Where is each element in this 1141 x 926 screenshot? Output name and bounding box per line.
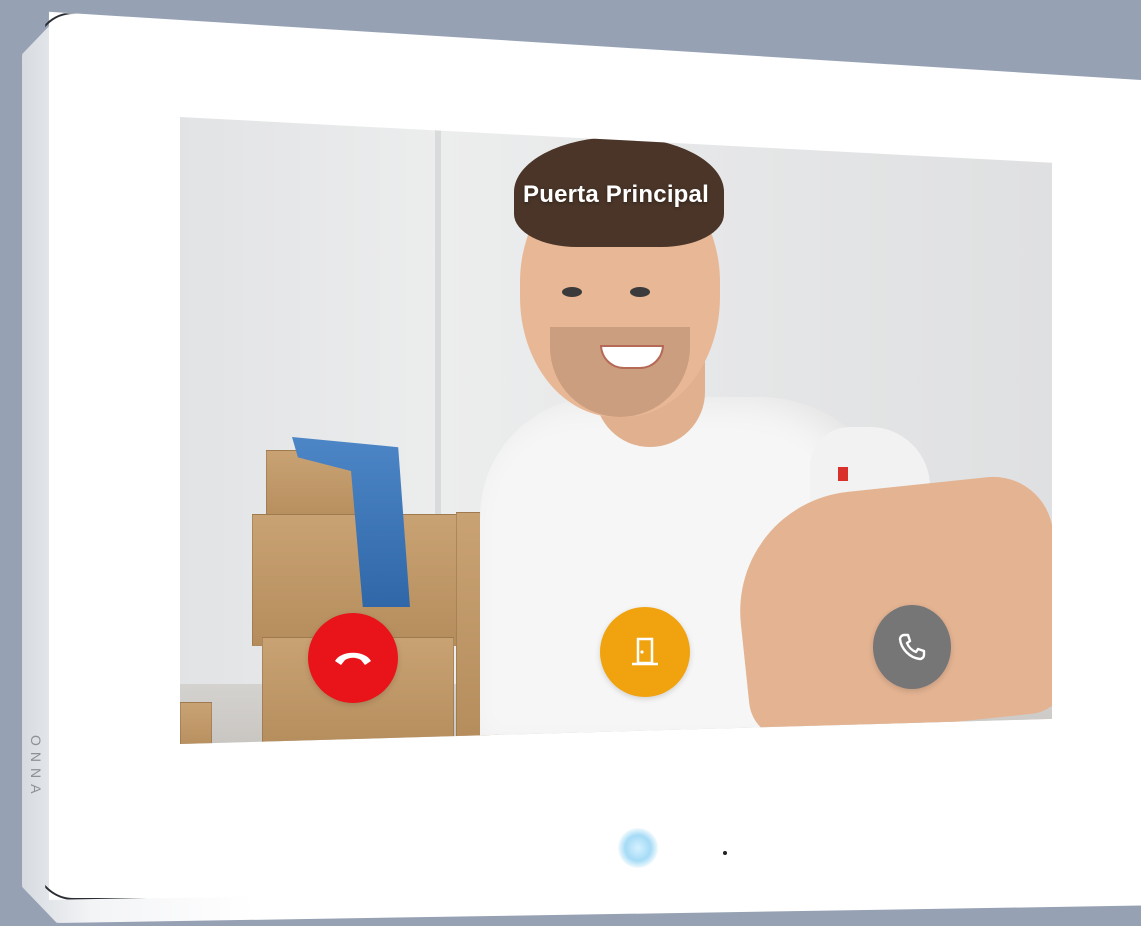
brand-text: ONNA bbox=[28, 735, 44, 800]
shirt-tag bbox=[838, 467, 848, 481]
caller-name: Puerta Principal bbox=[523, 181, 709, 208]
video-call-screen: Puerta Principal bbox=[180, 117, 1052, 744]
open-door-button[interactable] bbox=[600, 607, 690, 697]
answer-button[interactable] bbox=[873, 605, 951, 689]
hangup-button[interactable] bbox=[308, 613, 398, 703]
door-open-icon bbox=[632, 637, 658, 666]
visitor-eye bbox=[630, 287, 650, 297]
brand-logo: ONNA bbox=[28, 735, 44, 855]
phone-hangup-icon bbox=[335, 652, 371, 665]
phone-answer-icon bbox=[898, 633, 926, 661]
intercom-stage: Puerta Principal ONNA bbox=[0, 0, 1141, 926]
visitor-eye bbox=[562, 287, 582, 297]
microphone-dot bbox=[723, 851, 727, 855]
cardboard-box bbox=[180, 702, 212, 744]
home-button-led[interactable] bbox=[618, 828, 658, 868]
